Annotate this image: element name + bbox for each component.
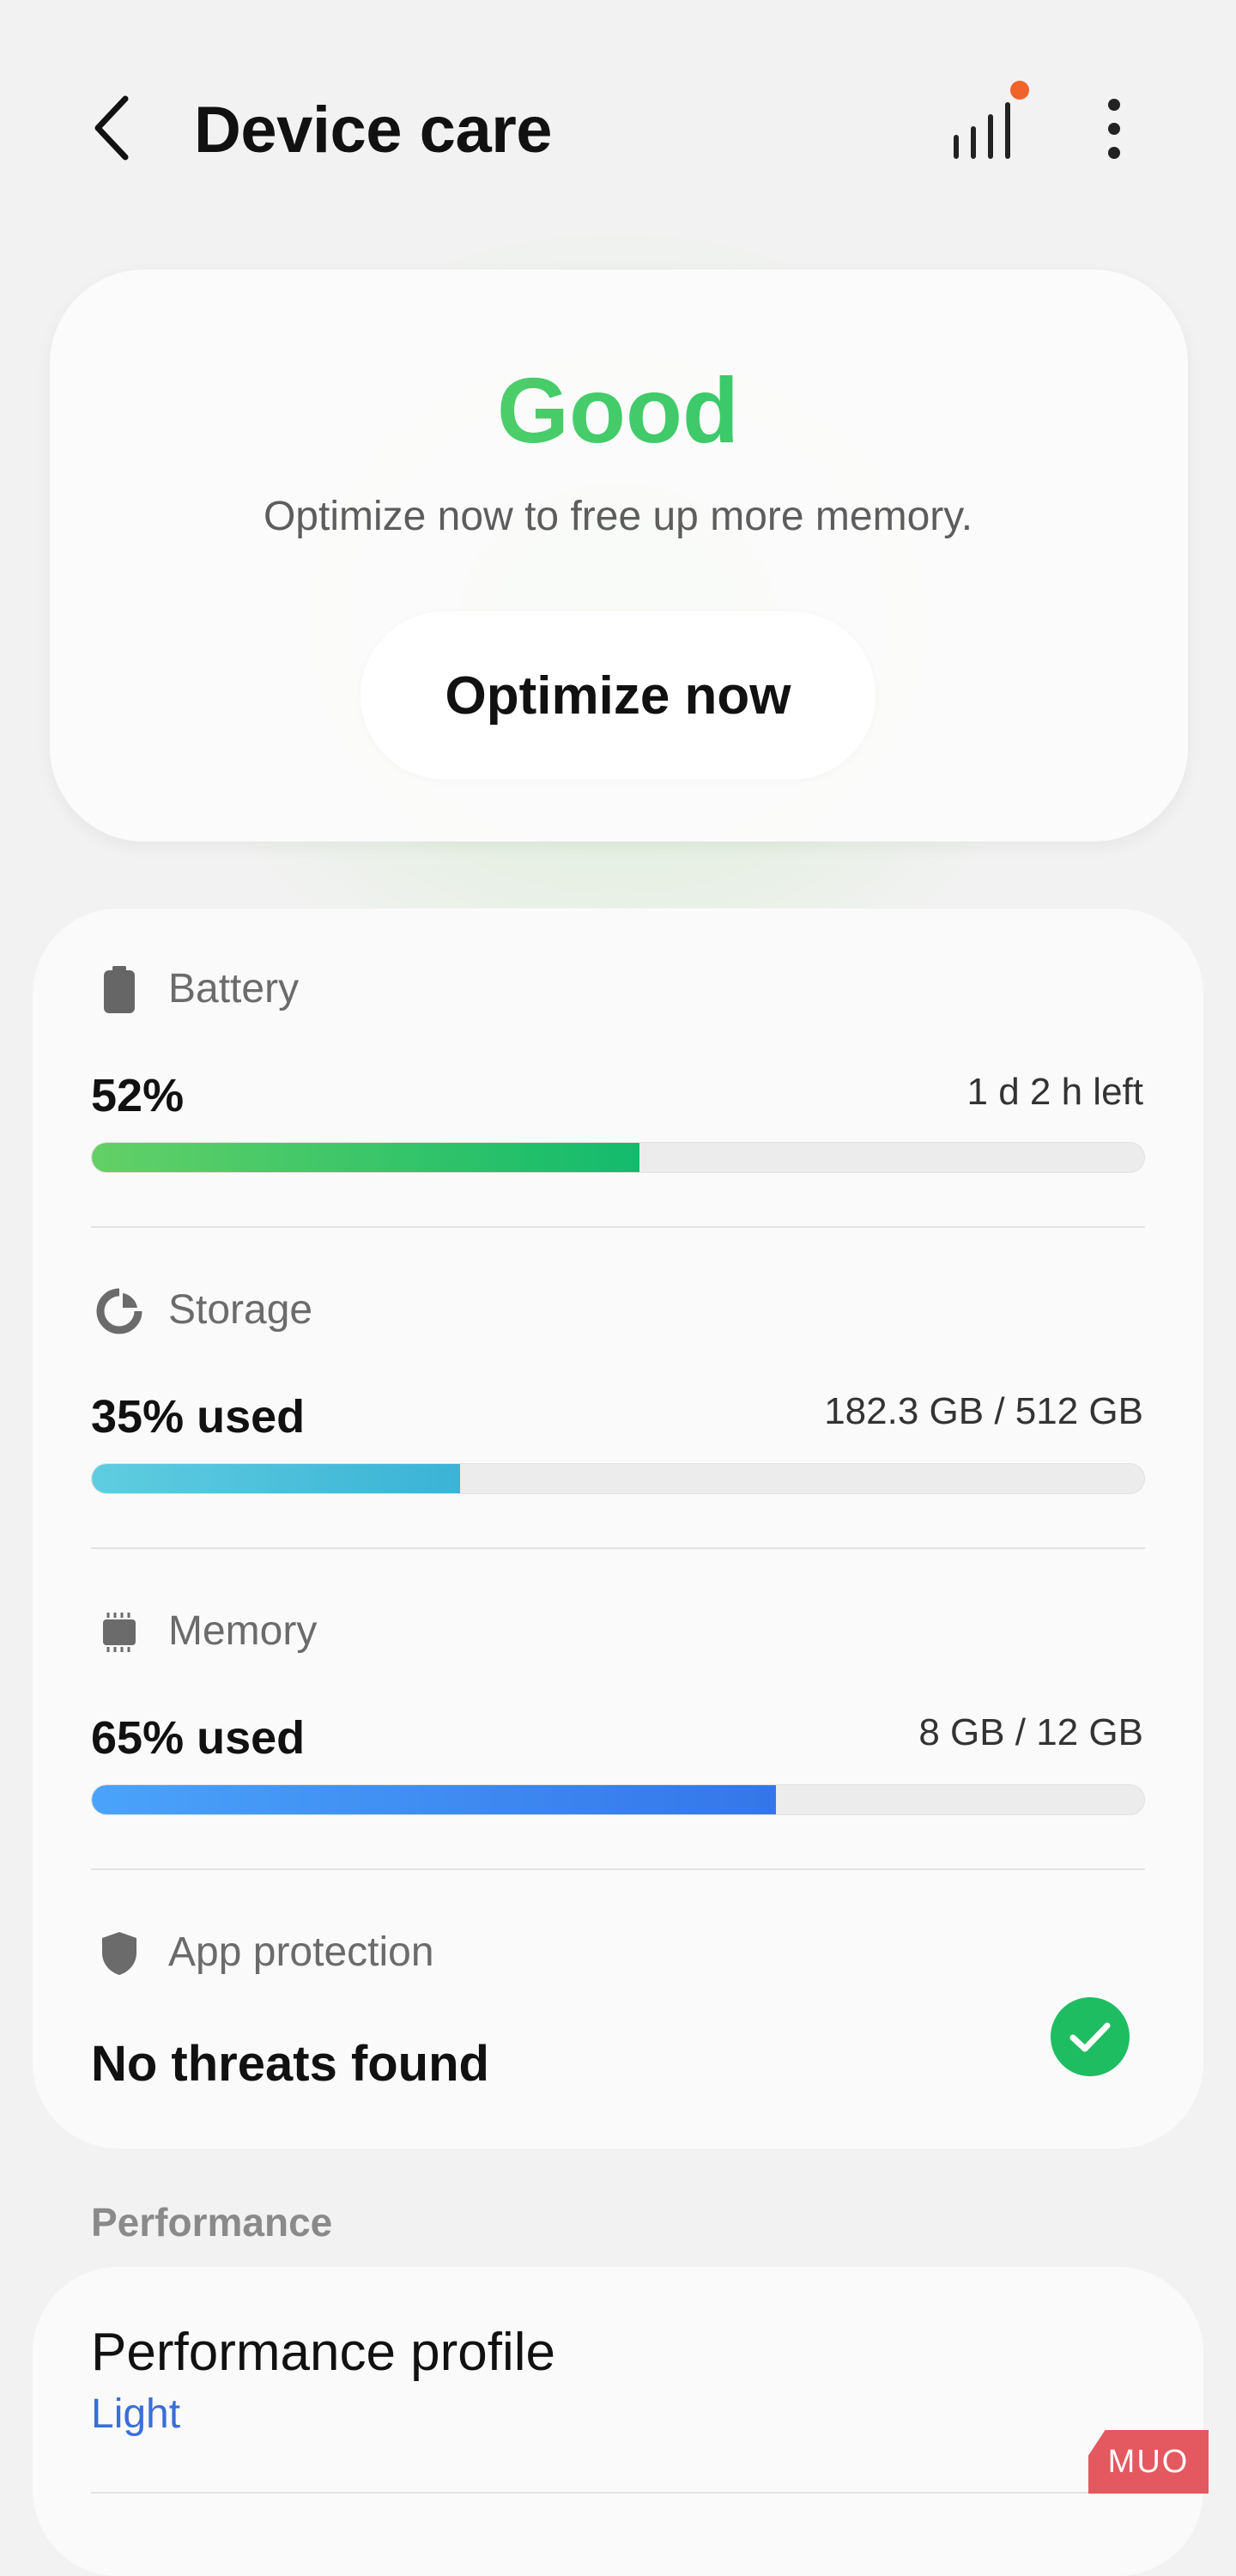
status-subtitle: Optimize now to free up more memory. [263, 494, 973, 539]
divider [91, 1547, 1145, 1549]
battery-time-left: 1 d 2 h left [966, 1071, 1143, 1113]
protection-status: No threats found [91, 2036, 489, 2092]
more-vert-icon [1108, 99, 1120, 159]
performance-profile-title[interactable]: Performance profile [91, 2320, 555, 2385]
signal-status-button[interactable] [944, 77, 1030, 172]
memory-amount: 8 GB / 12 GB [918, 1711, 1143, 1753]
divider [91, 1868, 1145, 1870]
memory-value: 65% used [91, 1712, 306, 1764]
battery-progress-fill [92, 1143, 639, 1172]
app-protection-label[interactable]: App protection [168, 1927, 434, 1978]
watermark-logo: MUO [1088, 2430, 1209, 2494]
battery-icon [93, 963, 146, 1017]
performance-profile-item[interactable] [33, 2267, 1203, 2576]
divider [91, 2492, 1145, 2494]
battery-value: 52% [91, 1070, 185, 1121]
performance-profile-value: Light [91, 2391, 181, 2437]
status-word: Good [0, 359, 1236, 462]
back-button[interactable] [82, 91, 142, 165]
memory-label[interactable]: Memory [168, 1606, 317, 1657]
storage-progress [91, 1463, 1145, 1494]
more-options-button[interactable] [1082, 89, 1147, 168]
storage-pie-icon [93, 1285, 146, 1338]
battery-label[interactable]: Battery [168, 963, 299, 1015]
divider [91, 1226, 1145, 1228]
page-title: Device care [194, 94, 553, 167]
memory-progress-fill [92, 1785, 776, 1814]
signal-bars-icon [954, 81, 1029, 159]
memory-chip-icon [93, 1606, 146, 1659]
optimize-now-button[interactable]: Optimize now [360, 611, 876, 780]
back-arrow-icon [94, 95, 129, 161]
battery-progress [91, 1142, 1145, 1173]
storage-progress-fill [92, 1464, 461, 1493]
storage-amount: 182.3 GB / 512 GB [824, 1390, 1143, 1432]
storage-value: 35% used [91, 1391, 306, 1443]
memory-progress [91, 1784, 1145, 1815]
shield-icon [93, 1927, 146, 1980]
storage-label[interactable]: Storage [168, 1285, 312, 1336]
performance-section-header: Performance [91, 2200, 333, 2245]
check-circle-icon [1051, 1997, 1130, 2076]
